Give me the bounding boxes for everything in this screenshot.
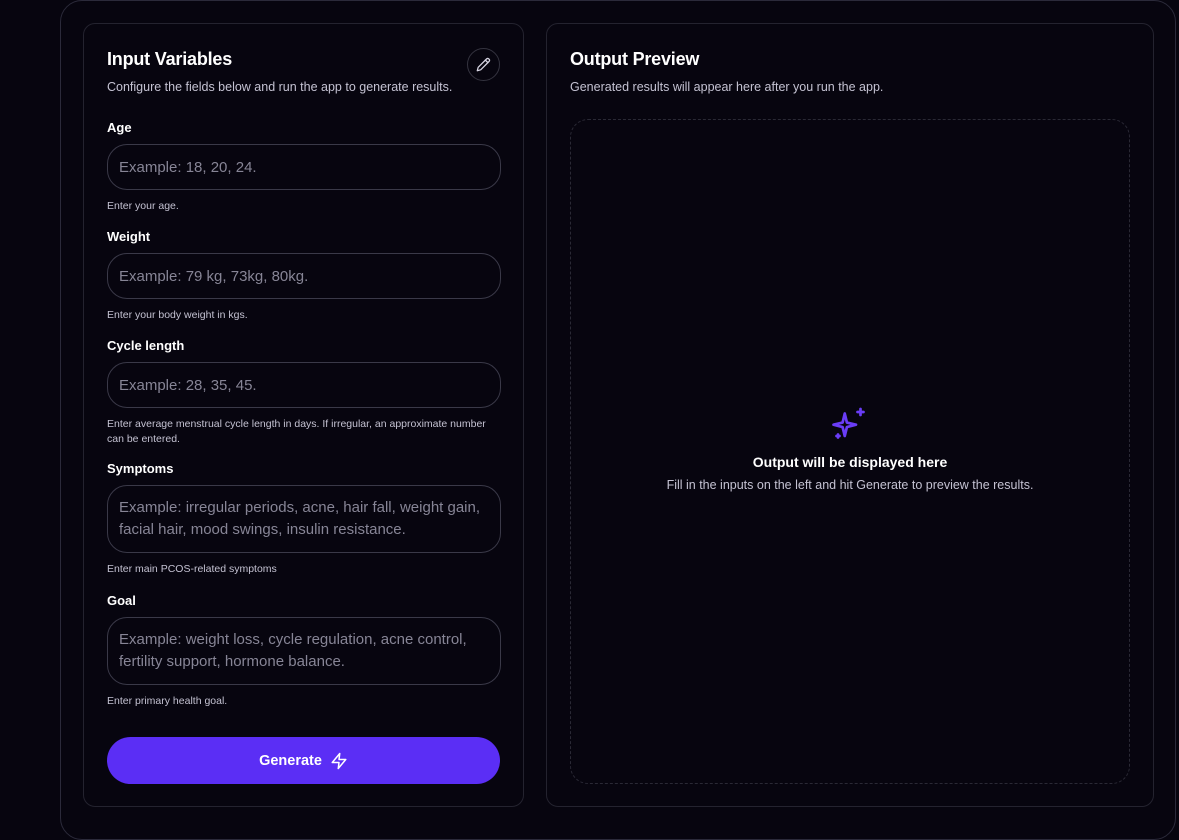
input-panel-title: Input Variables: [107, 49, 233, 69]
weight-help: Enter your body weight in kgs.: [107, 309, 248, 321]
field-cycle-length: Cycle length Enter average menstrual cyc…: [107, 338, 501, 447]
pencil-icon: [476, 57, 491, 72]
output-panel-title: Output Preview: [570, 49, 700, 69]
goal-input[interactable]: [107, 617, 501, 685]
output-preview-panel: Output Preview Generated results will ap…: [546, 23, 1154, 807]
weight-label: Weight: [107, 229, 151, 244]
goal-help: Enter primary health goal.: [107, 695, 228, 707]
age-label: Age: [107, 120, 132, 135]
field-goal: Goal Enter primary health goal.: [107, 593, 501, 709]
weight-input[interactable]: [107, 253, 501, 299]
lightning-icon: [330, 752, 348, 770]
output-preview-area: Output will be displayed here Fill in th…: [570, 119, 1130, 784]
goal-label: Goal: [107, 593, 136, 608]
generate-button[interactable]: Generate: [107, 737, 500, 784]
cycle-length-label: Cycle length: [107, 338, 185, 353]
generate-label: Generate: [259, 752, 322, 769]
sparkles-icon: [832, 406, 868, 442]
field-age: Age Enter your age.: [107, 120, 501, 214]
age-input[interactable]: [107, 144, 501, 190]
symptoms-help: Enter main PCOS-related symptoms: [107, 563, 277, 575]
age-help: Enter your age.: [107, 200, 179, 212]
cycle-length-input[interactable]: [107, 362, 501, 408]
field-weight: Weight Enter your body weight in kgs.: [107, 229, 501, 323]
symptoms-label: Symptoms: [107, 461, 174, 476]
empty-state-subtitle: Fill in the inputs on the left and hit G…: [666, 478, 1034, 492]
field-symptoms: Symptoms Enter main PCOS-related symptom…: [107, 461, 501, 577]
cycle-length-help: Enter average menstrual cycle length in …: [107, 418, 486, 445]
input-variables-panel: Input Variables Configure the fields bel…: [83, 23, 524, 807]
input-panel-subtitle: Configure the fields below and run the a…: [107, 80, 453, 94]
output-panel-subtitle: Generated results will appear here after…: [570, 80, 884, 94]
edit-button[interactable]: [467, 48, 500, 81]
empty-state: Output will be displayed here Fill in th…: [571, 406, 1129, 492]
empty-state-title: Output will be displayed here: [752, 454, 948, 470]
symptoms-input[interactable]: [107, 485, 501, 553]
